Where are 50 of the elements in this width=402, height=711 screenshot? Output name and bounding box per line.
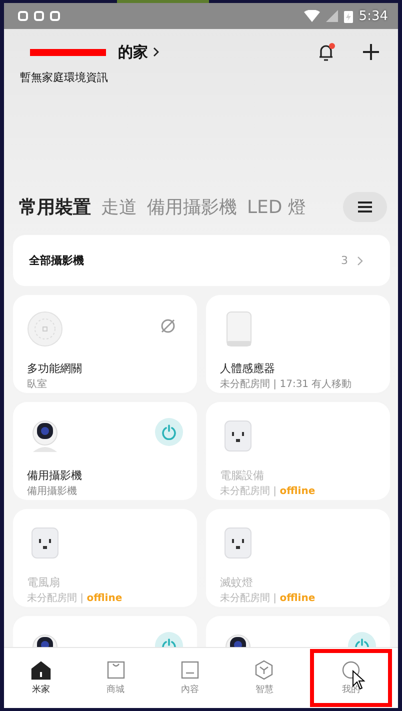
- room-tab[interactable]: LED 燈: [247, 195, 306, 219]
- battery-icon: [344, 10, 353, 22]
- power-button[interactable]: [155, 418, 183, 446]
- hexagon-icon: [254, 660, 274, 680]
- status-time: 5:34: [358, 8, 388, 24]
- screen-icon: [180, 660, 200, 680]
- wifi-icon: [304, 10, 320, 22]
- device-name: 備用攝影機: [27, 468, 83, 483]
- nav-tab[interactable]: 內容: [152, 648, 228, 708]
- device-card[interactable]: 滅蚊燈 未分配房間 | offline: [206, 509, 390, 607]
- camera-count: 3: [341, 254, 348, 267]
- nav-tab[interactable]: 智慧: [227, 648, 302, 708]
- chevron-icon: [356, 254, 364, 266]
- chevron-icon[interactable]: [152, 46, 160, 58]
- device-name: 電風扇: [27, 575, 61, 590]
- device-room: 未分配房間 | offline: [220, 592, 316, 605]
- device-name: 人體感應器: [220, 361, 276, 376]
- device-name: 多功能網關: [27, 361, 83, 376]
- menu-icon: [357, 201, 373, 213]
- signal-icon: [326, 10, 338, 22]
- room-tab[interactable]: 常用裝置: [19, 195, 91, 219]
- room-tab[interactable]: 備用攝影機: [147, 195, 237, 219]
- device-card[interactable]: 多功能網關 臥室: [13, 295, 197, 393]
- device-card[interactable]: 人體感應器 未分配房間 | 17:31 有人移動: [206, 295, 390, 393]
- device-room: 未分配房間 | 17:31 有人移動: [220, 378, 353, 391]
- menu-button[interactable]: [343, 192, 387, 222]
- room-tab[interactable]: 走道: [101, 195, 137, 219]
- device-card[interactable]: 備用攝影機 備用攝影機: [13, 402, 197, 500]
- power-icon: [161, 424, 177, 440]
- nav-tab[interactable]: 商城: [78, 648, 153, 708]
- device-room: 未分配房間 | offline: [27, 592, 124, 605]
- home-environment-info: 暫無家庭環境資訊: [20, 70, 109, 85]
- device-room: 臥室: [27, 378, 48, 391]
- circle-icon: [340, 660, 361, 680]
- device-card[interactable]: 電腦設備 未分配房間 | offline: [206, 402, 390, 500]
- highlighted-nav-tab[interactable]: 我的: [310, 649, 392, 707]
- camera-group-title: 全部攝影機: [29, 253, 84, 268]
- house-icon: [31, 660, 52, 680]
- device-name: 滅蚊燈: [220, 575, 254, 590]
- unlinked-icon: [159, 317, 177, 335]
- gateway-icon: [27, 311, 63, 347]
- bag-icon: [106, 660, 126, 680]
- camera-group-card[interactable]: 全部攝影機 3: [13, 235, 390, 286]
- home-name[interactable]: 的家: [118, 42, 148, 62]
- device-name: 電腦設備: [220, 468, 265, 483]
- device-card[interactable]: 電風扇 未分配房間 | offline: [13, 509, 197, 607]
- device-room: 備用攝影機: [27, 484, 78, 498]
- nav-tab[interactable]: 米家: [4, 648, 78, 708]
- device-room: 未分配房間 | offline: [220, 484, 316, 498]
- add-icon[interactable]: [362, 43, 380, 61]
